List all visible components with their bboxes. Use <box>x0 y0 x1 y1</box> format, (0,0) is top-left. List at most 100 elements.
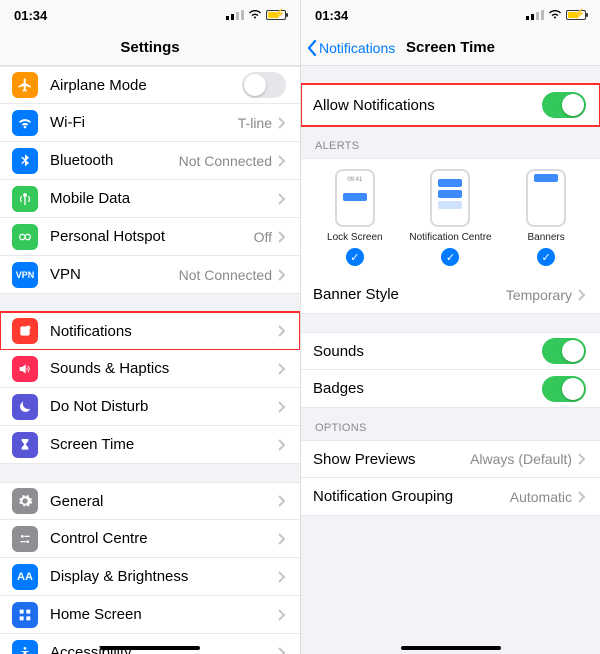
page-title: Screen Time <box>406 39 495 56</box>
chevron-right-icon <box>278 401 286 413</box>
chevron-right-icon <box>578 491 586 503</box>
alert-option-notification-centre[interactable]: Notification Centre ✓ <box>405 169 495 266</box>
wifi-icon <box>248 8 262 22</box>
hotspot-icon <box>12 224 38 250</box>
row-wifi[interactable]: Wi-Fi T-line <box>0 104 300 142</box>
back-label: Notifications <box>319 40 395 56</box>
row-label: Notification Grouping <box>313 488 510 505</box>
row-hotspot[interactable]: Personal Hotspot Off <box>0 218 300 256</box>
row-label: Notifications <box>50 323 278 340</box>
chevron-right-icon <box>278 571 286 583</box>
status-time: 01:34 <box>315 8 348 23</box>
row-label: Airplane Mode <box>50 77 242 94</box>
cell-signal-icon <box>226 10 244 20</box>
status-bar: 01:34 ⚡ <box>0 0 300 30</box>
home-indicator[interactable] <box>401 646 501 650</box>
bluetooth-icon <box>12 148 38 174</box>
row-label: Display & Brightness <box>50 568 278 585</box>
row-label: Banner Style <box>313 286 506 303</box>
row-bluetooth[interactable]: Bluetooth Not Connected <box>0 142 300 180</box>
row-screen-time[interactable]: Screen Time <box>0 426 300 464</box>
row-notification-grouping[interactable]: Notification Grouping Automatic <box>301 478 600 516</box>
check-icon[interactable]: ✓ <box>441 248 459 266</box>
chevron-right-icon <box>278 155 286 167</box>
status-time: 01:34 <box>14 8 47 23</box>
vpn-icon: VPN <box>12 262 38 288</box>
row-home-screen[interactable]: Home Screen <box>0 596 300 634</box>
row-label: General <box>50 493 278 510</box>
settings-list[interactable]: Allow Notifications ALERTS Lock Screen ✓… <box>301 66 600 654</box>
accessibility-icon <box>12 640 38 654</box>
row-label: Mobile Data <box>50 190 278 207</box>
text-size-icon: AA <box>12 564 38 590</box>
navbar: Settings <box>0 30 300 66</box>
row-badges[interactable]: Badges <box>301 370 600 408</box>
badges-toggle[interactable] <box>542 376 586 402</box>
row-label: VPN <box>50 266 179 283</box>
row-label: Wi-Fi <box>50 114 238 131</box>
settings-screen: 01:34 ⚡ Settings Airplane Mode <box>0 0 300 654</box>
row-sounds[interactable]: Sounds <box>301 332 600 370</box>
chevron-right-icon <box>278 363 286 375</box>
settings-list[interactable]: Airplane Mode Wi-Fi T-line Bluetooth Not… <box>0 66 300 654</box>
airplane-toggle[interactable] <box>242 72 286 98</box>
back-button[interactable]: Notifications <box>307 30 395 65</box>
alert-caption: Notification Centre <box>409 232 491 243</box>
home-indicator[interactable] <box>100 646 200 650</box>
row-value: T-line <box>238 115 272 131</box>
row-airplane-mode[interactable]: Airplane Mode <box>0 66 300 104</box>
row-accessibility[interactable]: Accessibility <box>0 634 300 654</box>
battery-icon: ⚡ <box>566 10 586 20</box>
notification-centre-preview-icon <box>430 169 470 227</box>
row-sounds-haptics[interactable]: Sounds & Haptics <box>0 350 300 388</box>
allow-notifications-toggle[interactable] <box>542 92 586 118</box>
row-label: Personal Hotspot <box>50 228 254 245</box>
row-value: Not Connected <box>179 267 272 283</box>
row-control-centre[interactable]: Control Centre <box>0 520 300 558</box>
gear-icon <box>12 488 38 514</box>
alerts-row: Lock Screen ✓ Notification Centre ✓ Bann… <box>301 158 600 276</box>
antenna-icon <box>12 186 38 212</box>
row-label: Do Not Disturb <box>50 398 278 415</box>
row-mobile-data[interactable]: Mobile Data <box>0 180 300 218</box>
battery-icon: ⚡ <box>266 10 286 20</box>
row-value: Automatic <box>510 489 572 505</box>
row-vpn[interactable]: VPN VPN Not Connected <box>0 256 300 294</box>
hourglass-icon <box>12 432 38 458</box>
row-general[interactable]: General <box>0 482 300 520</box>
alert-option-banners[interactable]: Banners ✓ <box>501 169 591 266</box>
options-header: OPTIONS <box>301 408 600 440</box>
check-icon[interactable]: ✓ <box>537 248 555 266</box>
chevron-right-icon <box>278 231 286 243</box>
row-show-previews[interactable]: Show Previews Always (Default) <box>301 440 600 478</box>
wifi-icon <box>548 8 562 22</box>
chevron-right-icon <box>278 325 286 337</box>
sliders-icon <box>12 526 38 552</box>
row-label: Show Previews <box>313 451 470 468</box>
row-do-not-disturb[interactable]: Do Not Disturb <box>0 388 300 426</box>
check-icon[interactable]: ✓ <box>346 248 364 266</box>
row-label: Allow Notifications <box>313 97 542 114</box>
row-value: Not Connected <box>179 153 272 169</box>
wifi-row-icon <box>12 110 38 136</box>
chevron-right-icon <box>278 269 286 281</box>
lock-screen-preview-icon <box>335 169 375 227</box>
alert-caption: Banners <box>528 232 565 243</box>
row-banner-style[interactable]: Banner Style Temporary <box>301 276 600 314</box>
row-notifications[interactable]: Notifications <box>0 312 300 350</box>
row-allow-notifications[interactable]: Allow Notifications <box>301 84 600 126</box>
alert-caption: Lock Screen <box>327 232 383 243</box>
chevron-right-icon <box>278 495 286 507</box>
row-value: Always (Default) <box>470 451 572 467</box>
status-right: ⚡ <box>526 8 586 22</box>
page-title: Settings <box>120 39 179 56</box>
chevron-right-icon <box>278 439 286 451</box>
chevron-right-icon <box>278 609 286 621</box>
row-display-brightness[interactable]: AA Display & Brightness <box>0 558 300 596</box>
row-label: Screen Time <box>50 436 278 453</box>
banner-preview-icon <box>526 169 566 227</box>
sounds-toggle[interactable] <box>542 338 586 364</box>
alert-option-lock-screen[interactable]: Lock Screen ✓ <box>310 169 400 266</box>
navbar: Notifications Screen Time <box>301 30 600 66</box>
speaker-icon <box>12 356 38 382</box>
